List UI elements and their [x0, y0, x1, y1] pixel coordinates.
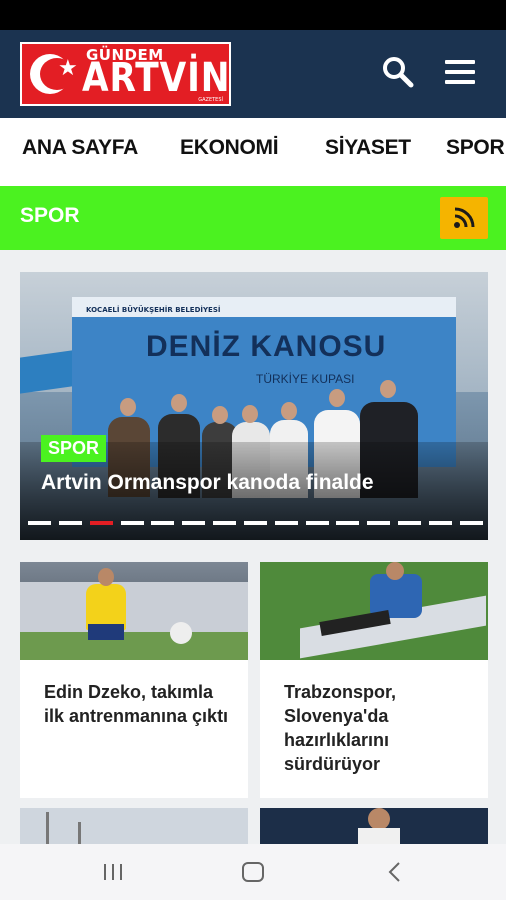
- banner-strip-text: KOCAELİ BÜYÜKŞEHİR BELEDİYESİ: [86, 306, 221, 314]
- system-navigation-bar: [0, 844, 506, 900]
- nav-item-ekonomi[interactable]: EKONOMİ: [180, 118, 279, 186]
- slider-dot[interactable]: [213, 521, 237, 525]
- recent-apps-icon[interactable]: [98, 858, 128, 886]
- rss-icon[interactable]: [440, 197, 488, 239]
- category-header: SPOR: [0, 186, 506, 250]
- star-icon: ★: [58, 56, 78, 81]
- banner-title-text: DENİZ KANOSU: [146, 330, 387, 363]
- site-header: ★ GÜNDEM ARTVİN GAZETESİ: [0, 30, 506, 118]
- banner-subtitle-text: TÜRKİYE KUPASI: [256, 372, 355, 386]
- slider-dot[interactable]: [182, 521, 206, 525]
- category-title: SPOR: [20, 204, 80, 227]
- search-icon[interactable]: [380, 54, 416, 90]
- news-card-image: [260, 562, 488, 660]
- news-card[interactable]: Trabzonspor, Slovenya'da hazırlıklarını …: [260, 562, 488, 798]
- slider-dot[interactable]: [151, 521, 175, 525]
- slide-category-badge[interactable]: SPOR: [41, 435, 107, 462]
- logo-small-text: GAZETESİ: [198, 97, 223, 103]
- news-card-image: [20, 562, 248, 660]
- news-card-title: Edin Dzeko, takımla ilk antrenmanına çık…: [44, 682, 229, 726]
- slider-dot[interactable]: [274, 521, 298, 525]
- slide-person-head: [329, 389, 345, 407]
- slider-dots: [28, 521, 483, 525]
- slider-dot[interactable]: [28, 521, 51, 525]
- slider-dot[interactable]: [120, 521, 144, 525]
- nav-item-ana-sayfa[interactable]: ANA SAYFA: [22, 118, 138, 186]
- slider-dot[interactable]: [459, 521, 483, 525]
- slider-dot[interactable]: [89, 521, 113, 525]
- logo-main-text: ARTVİN: [82, 55, 231, 101]
- slide-person-head: [212, 406, 228, 424]
- slide-person-head: [120, 398, 136, 416]
- headline-slider[interactable]: KOCAELİ BÜYÜKŞEHİR BELEDİYESİ DENİZ KANO…: [20, 272, 488, 540]
- slide-person-head: [281, 402, 297, 420]
- slider-dot[interactable]: [398, 521, 422, 525]
- slide-person-head: [242, 405, 258, 423]
- slider-dot[interactable]: [428, 521, 452, 525]
- news-card-partial[interactable]: [260, 808, 488, 848]
- slide-title[interactable]: Artvin Ormanspor kanoda finalde: [41, 471, 374, 495]
- news-card-partial[interactable]: [20, 808, 248, 848]
- slider-dot[interactable]: [336, 521, 360, 525]
- slider-dot[interactable]: [305, 521, 329, 525]
- home-icon[interactable]: [238, 858, 268, 886]
- slide-image-tent: [20, 350, 72, 394]
- category-nav: ANA SAYFA EKONOMİ SİYASET SPOR: [0, 118, 506, 186]
- slide-person-head: [171, 394, 187, 412]
- news-card[interactable]: Edin Dzeko, takımla ilk antrenmanına çık…: [20, 562, 248, 798]
- slider-dot[interactable]: [58, 521, 82, 525]
- slider-dot[interactable]: [243, 521, 267, 525]
- status-bar: [0, 0, 506, 30]
- hamburger-menu-icon[interactable]: [442, 54, 478, 90]
- back-icon[interactable]: [380, 858, 410, 886]
- news-card-title: Trabzonspor, Slovenya'da hazırlıklarını …: [284, 682, 397, 774]
- slide-person-head: [380, 380, 396, 398]
- nav-item-siyaset[interactable]: SİYASET: [325, 118, 411, 186]
- nav-item-spor[interactable]: SPOR: [446, 118, 505, 186]
- site-logo[interactable]: ★ GÜNDEM ARTVİN GAZETESİ: [20, 42, 231, 106]
- slider-dot[interactable]: [367, 521, 391, 525]
